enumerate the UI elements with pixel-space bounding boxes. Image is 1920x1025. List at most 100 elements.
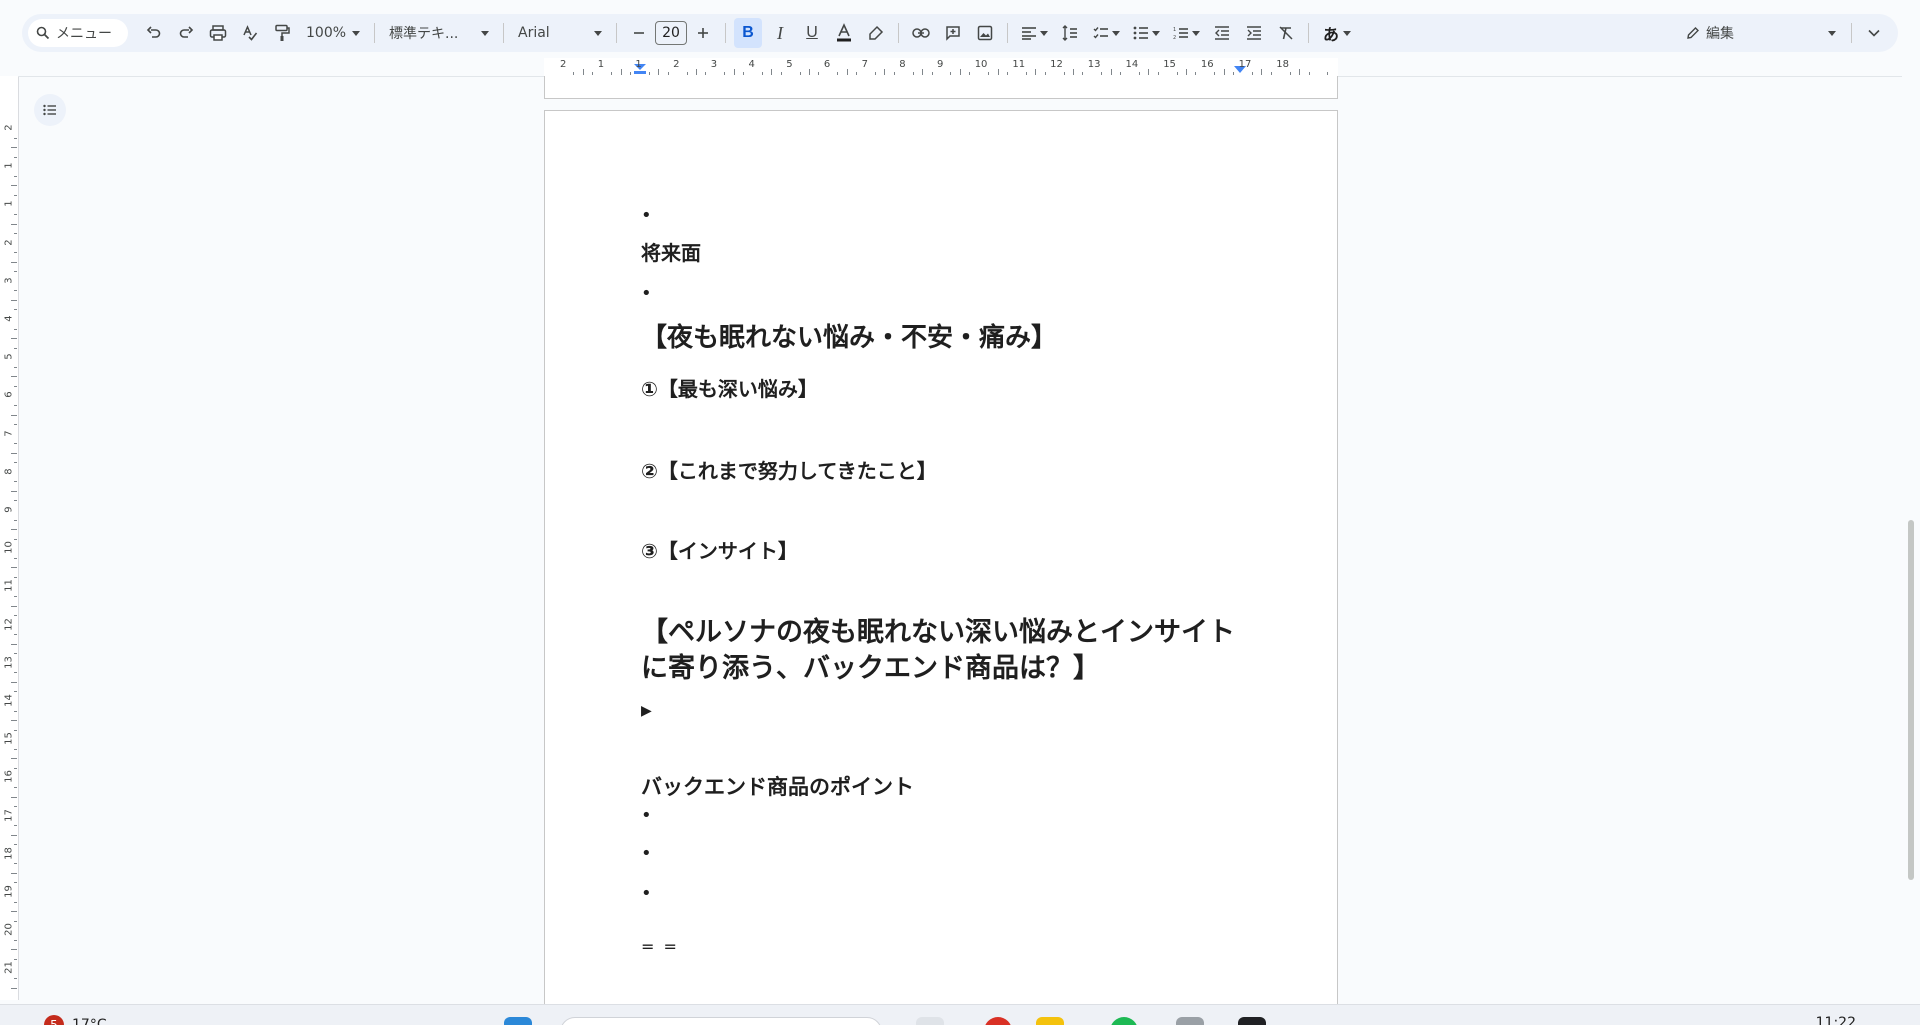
- ruler-tick: [780, 72, 782, 75]
- italic-icon: I: [777, 22, 783, 43]
- chevron-down-icon: [352, 30, 361, 36]
- ruler-tick: [14, 672, 17, 674]
- font-select[interactable]: Arial: [512, 18, 608, 48]
- ruler-tick: [14, 137, 17, 139]
- insert-link-button[interactable]: [907, 18, 935, 48]
- ruler-tick: [1176, 72, 1178, 75]
- checklist-button[interactable]: [1088, 18, 1124, 48]
- ruler-tick: [11, 414, 17, 416]
- vertical-ruler[interactable]: 2 1 1 2 3 4 5 6 7 8 9 10 11 12 13 14 15 16 17 18 19 20 21: [0, 76, 19, 1000]
- toolbar-divider: [898, 23, 899, 43]
- insert-image-button[interactable]: [971, 18, 999, 48]
- ruler-tick: [912, 72, 914, 75]
- numbered-list-button[interactable]: 12: [1168, 18, 1204, 48]
- zoom-select[interactable]: 100%: [300, 18, 366, 48]
- ruler-tick: [14, 767, 17, 769]
- ruler-tick: [14, 691, 17, 693]
- bulleted-list-button[interactable]: [1128, 18, 1164, 48]
- ruler-label: 3: [3, 277, 15, 284]
- ruler-tick: [11, 490, 17, 492]
- ruler-label: 2: [560, 59, 567, 70]
- backend-points-line: バックエンド商品のポイント: [641, 775, 914, 799]
- undo-button[interactable]: [140, 18, 168, 48]
- editing-mode-select[interactable]: 編集: [1686, 18, 1836, 48]
- ruler-label: 18: [1276, 59, 1290, 70]
- insert-comment-button[interactable]: [939, 18, 967, 48]
- ruler-tick: [695, 69, 697, 75]
- menu-search-label: メニュー: [56, 26, 112, 42]
- highlight-color-button[interactable]: [862, 18, 890, 48]
- ruler-tick: [629, 72, 631, 75]
- italic-button[interactable]: I: [766, 18, 794, 48]
- decrease-indent-icon: [1215, 26, 1229, 40]
- paragraph-style-select[interactable]: 標準テキ...: [383, 18, 495, 48]
- vertical-scrollbar[interactable]: [1908, 520, 1914, 880]
- decrease-indent-button[interactable]: [1208, 18, 1236, 48]
- svg-text:1: 1: [1173, 27, 1176, 33]
- toolbar-divider: [1308, 23, 1309, 43]
- chevron-down-icon: [1111, 30, 1120, 36]
- document-page[interactable]: • 将来面 • 【夜も眠れない悩み・不安・痛み】 ①【最も深い悩み】 ②【これま…: [544, 110, 1338, 1024]
- toolbar-divider: [1851, 23, 1852, 43]
- align-button[interactable]: [1016, 18, 1052, 48]
- horizontal-ruler[interactable]: 2 1 1 2 3 4 5 6 7 8 9 10 11 12 13 14 15 16 17 18: [544, 58, 1338, 77]
- ruler-tick: [573, 72, 575, 75]
- ruler-tick: [1082, 72, 1084, 75]
- ruler-tick: [1233, 72, 1235, 75]
- paint-format-button[interactable]: [268, 18, 296, 48]
- ruler-tick: [922, 69, 924, 75]
- ruler-tick: [959, 69, 961, 75]
- ruler-tick: [11, 681, 17, 683]
- ruler-tick: [11, 338, 17, 340]
- ruler-tick: [1138, 72, 1140, 75]
- clear-formatting-button[interactable]: [1272, 18, 1300, 48]
- ruler-tick: [620, 69, 622, 75]
- line-spacing-button[interactable]: [1056, 18, 1084, 48]
- search-icon: [36, 26, 50, 40]
- ruler-tick: [1195, 72, 1197, 75]
- spellcheck-button[interactable]: [236, 18, 264, 48]
- increase-font-size-button[interactable]: [689, 18, 717, 48]
- ruler-tick: [14, 615, 17, 617]
- print-button[interactable]: [204, 18, 232, 48]
- decrease-font-size-button[interactable]: [625, 18, 653, 48]
- redo-button[interactable]: [172, 18, 200, 48]
- text-color-button[interactable]: [830, 18, 858, 48]
- ruler-label: 18: [3, 846, 15, 860]
- ruler-tick: [14, 920, 17, 922]
- font-size-input[interactable]: 20: [655, 21, 687, 45]
- menu-search[interactable]: メニュー: [28, 19, 128, 47]
- ruler-tick: [14, 634, 17, 636]
- underline-button[interactable]: U: [798, 18, 826, 48]
- ruler-tick: [997, 69, 999, 75]
- input-tools-button[interactable]: あ: [1317, 18, 1357, 48]
- ruler-tick: [1110, 69, 1112, 75]
- ruler-tick: [893, 72, 895, 75]
- ruler-tick: [11, 758, 17, 760]
- ruler-tick: [1072, 69, 1074, 75]
- ruler-tick: [14, 825, 17, 827]
- ruler-tick: [11, 987, 17, 989]
- ruler-tick: [14, 156, 17, 158]
- ruler-tick: [14, 328, 17, 330]
- ruler-label: 7: [3, 429, 15, 437]
- ruler-tick: [1063, 72, 1065, 75]
- ruler-label: 9: [3, 506, 15, 513]
- previous-page[interactable]: [544, 76, 1338, 99]
- zoom-value: 100%: [306, 25, 347, 41]
- increase-indent-button[interactable]: [1240, 18, 1268, 48]
- document-outline-button[interactable]: [34, 94, 66, 126]
- ruler-label: 13: [3, 655, 15, 669]
- bold-button[interactable]: B: [734, 18, 762, 48]
- ruler-tick: [14, 194, 17, 196]
- ruler-tick: [1289, 72, 1291, 75]
- toolbar-divider: [1007, 23, 1008, 43]
- ruler-label: 8: [899, 59, 906, 70]
- ruler-tick: [14, 252, 17, 254]
- ruler-tick: [1308, 72, 1310, 75]
- collapsed-triangle[interactable]: ▶: [641, 703, 652, 719]
- ruler-label: 15: [1163, 59, 1176, 70]
- undo-icon: [146, 26, 161, 38]
- ruler-tick: [14, 710, 17, 712]
- hide-menus-button[interactable]: [1862, 21, 1886, 45]
